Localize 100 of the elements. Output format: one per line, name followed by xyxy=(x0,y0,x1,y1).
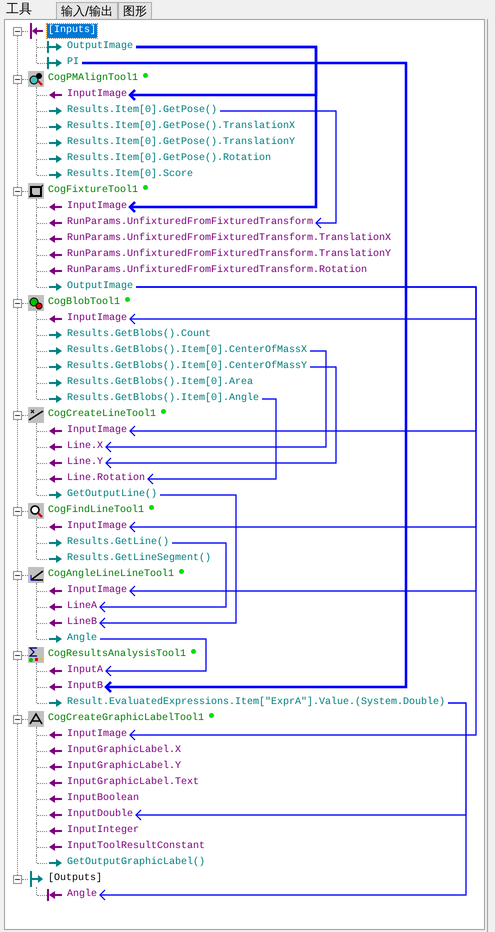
collapse-toggle[interactable] xyxy=(13,714,22,724)
terminal-label[interactable]: Result.EvaluatedExpressions.Item["ExprA"].Value.(System.Double) xyxy=(66,696,446,710)
left-arrow-icon xyxy=(47,265,63,277)
terminal-label[interactable]: Results.Item[0].Score xyxy=(66,168,194,182)
terminal-label[interactable]: Line.X xyxy=(66,440,104,454)
terminal-label[interactable]: InputImage xyxy=(66,584,128,598)
terminal-label[interactable]: Results.GetLine() xyxy=(66,536,170,550)
collapse-toggle[interactable] xyxy=(13,74,22,84)
left-arrow-icon xyxy=(47,249,63,261)
collapse-toggle[interactable] xyxy=(13,874,22,884)
right-arrow-icon xyxy=(47,697,63,709)
terminal-label[interactable]: InputGraphicLabel.Y xyxy=(66,760,182,774)
tree-node[interactable]: CogAngleLineLineTool1 xyxy=(47,568,176,582)
left-arrow-icon xyxy=(47,201,63,213)
tree-node[interactable]: CogPMAlignTool1 xyxy=(47,72,140,86)
terminal-label[interactable]: Angle xyxy=(66,632,98,646)
terminal-label[interactable]: InputDouble xyxy=(66,808,134,822)
terminal-label[interactable]: InputGraphicLabel.X xyxy=(66,744,182,758)
sigma-icon xyxy=(28,647,44,663)
pattern-icon xyxy=(28,71,44,87)
terminal-label[interactable]: RunParams.UnfixturedFromFixturedTransform xyxy=(66,216,314,230)
left-arrow-icon xyxy=(47,425,63,437)
right-arrow-icon xyxy=(47,57,63,69)
terminal-label[interactable]: Results.GetBlobs().Item[0].CenterOfMassX xyxy=(66,344,308,358)
terminal-label[interactable]: Results.Item[0].GetPose().Rotation xyxy=(66,152,272,166)
terminal-label[interactable]: RunParams.UnfixturedFromFixturedTransform.TranslationX xyxy=(66,232,392,246)
right-arrow-icon xyxy=(47,489,63,501)
terminal-label[interactable]: GetOutputGraphicLabel() xyxy=(66,856,206,870)
tree-node[interactable]: CogFindLineTool1 xyxy=(47,504,146,518)
right-arrow-icon xyxy=(47,137,63,149)
left-arrow-icon xyxy=(47,889,63,901)
terminal-label[interactable]: InputImage xyxy=(66,312,128,326)
terminal-label[interactable]: PI xyxy=(66,56,80,70)
terminal-label[interactable]: Results.Item[0].GetPose().TranslationY xyxy=(66,136,296,150)
terminal-label[interactable]: Results.Item[0].GetPose().TranslationX xyxy=(66,120,296,134)
right-arrow-icon xyxy=(47,633,63,645)
terminal-label[interactable]: Results.GetBlobs().Item[0].CenterOfMassY xyxy=(66,360,308,374)
terminal-label[interactable]: RunParams.UnfixturedFromFixturedTransform.TranslationY xyxy=(66,248,392,262)
terminal-label[interactable]: InputToolResultConstant xyxy=(66,840,206,854)
terminal-label[interactable]: InputImage xyxy=(66,424,128,438)
left-arrow-icon xyxy=(47,521,63,533)
tree-node[interactable]: [Outputs] xyxy=(47,872,104,886)
left-arrow-icon xyxy=(47,825,63,837)
terminal-label[interactable]: InputA xyxy=(66,664,104,678)
terminal-label[interactable]: RunParams.UnfixturedFromFixturedTransform.Rotation xyxy=(66,264,368,278)
left-arrow-icon xyxy=(47,729,63,741)
tree-node[interactable]: CogFixtureTool1 xyxy=(47,184,140,198)
terminal-label[interactable]: InputImage xyxy=(66,520,128,534)
terminal-label[interactable]: InputImage xyxy=(66,728,128,742)
collapse-toggle[interactable] xyxy=(13,410,22,420)
left-arrow-icon xyxy=(47,617,63,629)
left-arrow-icon xyxy=(47,761,63,773)
collapse-toggle[interactable] xyxy=(13,26,22,36)
tree-node[interactable]: CogCreateLineTool1 xyxy=(47,408,158,422)
tree-node[interactable]: CogResultsAnalysisTool1 xyxy=(47,648,188,662)
terminal-label[interactable]: OutputImage xyxy=(66,40,134,54)
terminal-label[interactable]: Results.GetBlobs().Count xyxy=(66,328,212,342)
terminal-label[interactable]: InputInteger xyxy=(66,824,140,838)
collapse-toggle[interactable] xyxy=(13,298,22,308)
tree-node[interactable]: CogBlobTool1 xyxy=(47,296,122,310)
magnifier-icon xyxy=(28,503,44,519)
tree-node[interactable]: CogCreateGraphicLabelTool1 xyxy=(47,712,206,726)
terminal-label[interactable]: LineA xyxy=(66,600,98,614)
right-arrow-icon xyxy=(47,377,63,389)
left-arrow-icon xyxy=(47,681,63,693)
collapse-toggle[interactable] xyxy=(13,506,22,516)
terminal-label[interactable]: Results.GetLineSegment() xyxy=(66,552,212,566)
right-arrow-icon xyxy=(47,169,63,181)
terminal-label[interactable]: InputB xyxy=(66,680,104,694)
terminal-label[interactable]: InputGraphicLabel.Text xyxy=(66,776,200,790)
tab[interactable]: 输入/输出 xyxy=(56,2,118,19)
left-arrow-icon xyxy=(47,473,63,485)
terminal-label[interactable]: LineB xyxy=(66,616,98,630)
terminal-label[interactable]: OutputImage xyxy=(66,280,134,294)
collapse-toggle[interactable] xyxy=(13,650,22,660)
collapse-toggle[interactable] xyxy=(13,570,22,580)
right-arrow-icon xyxy=(47,153,63,165)
terminal-label[interactable]: InputImage xyxy=(66,88,128,102)
outputs-icon xyxy=(28,871,44,887)
right-arrow-icon xyxy=(47,393,63,405)
collapse-toggle[interactable] xyxy=(13,186,22,196)
tab[interactable]: 图形 xyxy=(118,2,152,19)
terminal-label[interactable]: InputImage xyxy=(66,200,128,214)
line-icon xyxy=(28,407,44,423)
left-arrow-icon xyxy=(47,793,63,805)
left-arrow-icon xyxy=(47,89,63,101)
left-arrow-icon xyxy=(47,457,63,469)
terminal-label[interactable]: InputBoolean xyxy=(66,792,140,806)
tree-node[interactable]: [Inputs] xyxy=(47,24,98,38)
terminal-label[interactable]: Angle xyxy=(66,888,98,902)
terminal-label[interactable]: Line.Rotation xyxy=(66,472,146,486)
terminal-label[interactable]: Results.GetBlobs().Item[0].Area xyxy=(66,376,254,390)
left-arrow-icon xyxy=(47,217,63,229)
terminal-label[interactable]: Line.Y xyxy=(66,456,104,470)
left-arrow-icon xyxy=(47,313,63,325)
blob-icon xyxy=(28,295,44,311)
terminal-label[interactable]: Results.Item[0].GetPose() xyxy=(66,104,218,118)
terminal-label[interactable]: GetOutputLine() xyxy=(66,488,158,502)
right-arrow-icon xyxy=(47,121,63,133)
terminal-label[interactable]: Results.GetBlobs().Item[0].Angle xyxy=(66,392,260,406)
